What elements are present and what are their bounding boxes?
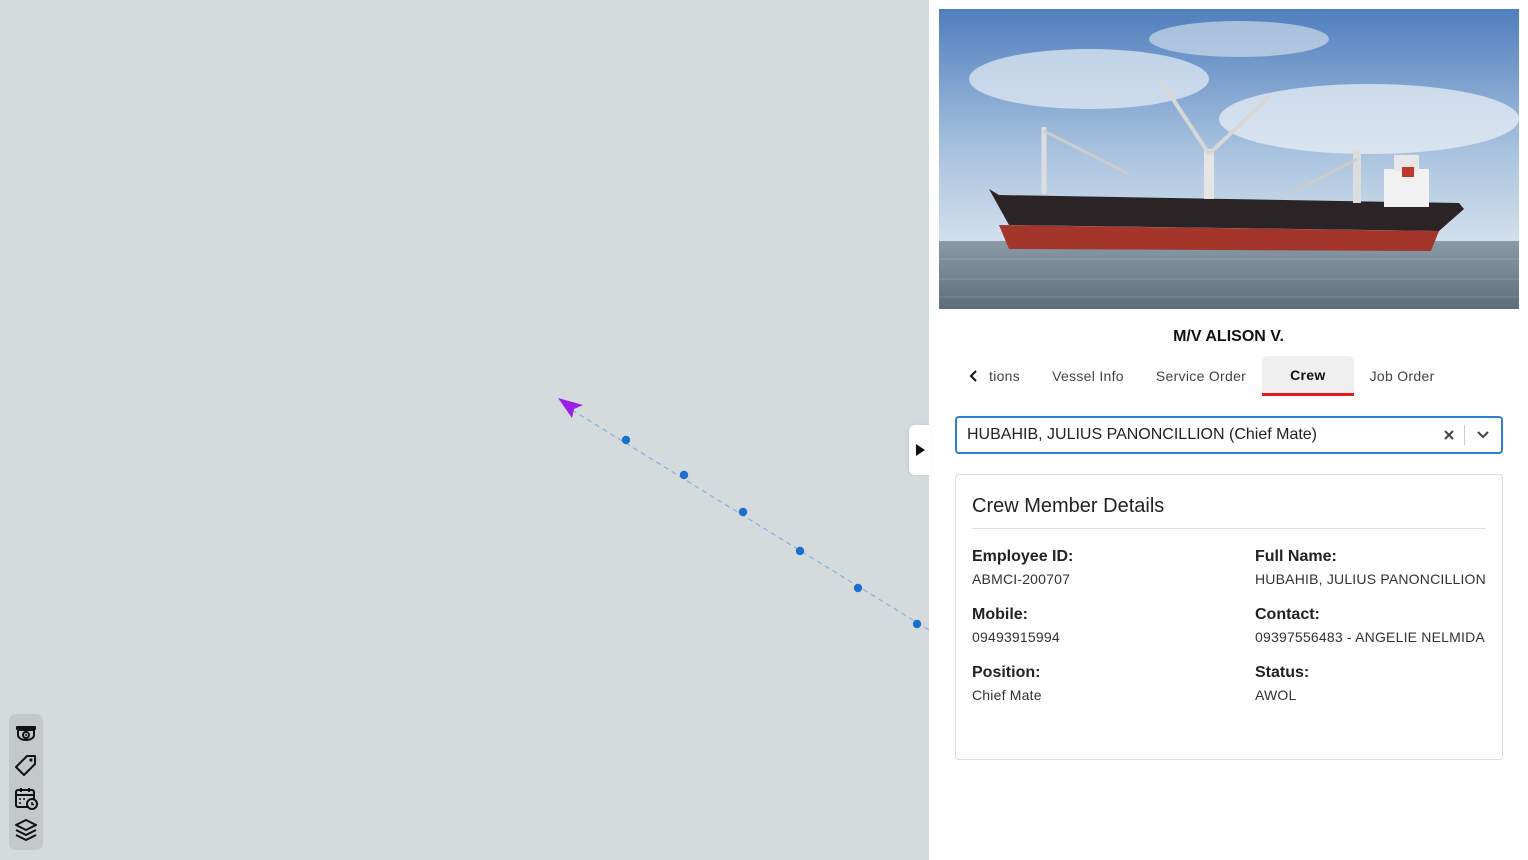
crew-details-grid: Employee ID: ABMCI-200707 Full Name: HUB… <box>972 548 1486 703</box>
status-field: Status: AWOL <box>1255 664 1505 703</box>
vessel-marker-icon[interactable] <box>558 398 583 418</box>
detail-tabs: tions Vessel Info Service Order Crew Job… <box>959 356 1451 396</box>
full-name-field: Full Name: HUBAHIB, JULIUS PANONCILLION <box>1255 548 1505 587</box>
caret-right-icon <box>916 444 925 456</box>
cctv-icon[interactable] <box>12 720 40 748</box>
crew-select[interactable]: HUBAHIB, JULIUS PANONCILLION (Chief Mate… <box>955 416 1503 454</box>
contact-value: 09397556483 - ANGELIE NELMIDA <box>1255 629 1485 645</box>
layers-icon[interactable] <box>12 816 40 844</box>
field-label: Contact: <box>1255 606 1320 623</box>
mobile-value: 09493915994 <box>972 629 1060 645</box>
vessel-track <box>558 398 929 631</box>
tab-vessel-info[interactable]: Vessel Info <box>1036 356 1140 396</box>
position-field: Position: Chief Mate <box>972 664 1255 703</box>
chevron-left-icon <box>969 370 977 382</box>
collapse-panel-button[interactable] <box>909 425 931 475</box>
contact-field: Contact: 09397556483 - ANGELIE NELMIDA <box>1255 606 1505 645</box>
track-point <box>621 435 631 445</box>
clear-selection-button[interactable] <box>1434 429 1464 441</box>
close-icon <box>1444 430 1454 440</box>
calendar-clock-icon[interactable] <box>12 784 40 812</box>
dropdown-toggle-button[interactable] <box>1465 430 1501 440</box>
field-label: Employee ID: <box>972 548 1074 565</box>
vessel-detail-panel: M/V ALISON V. tions Vessel Info Service … <box>929 0 1528 860</box>
full-name-value: HUBAHIB, JULIUS PANONCILLION <box>1255 571 1486 587</box>
field-label: Position: <box>972 664 1041 681</box>
field-label: Mobile: <box>972 606 1028 623</box>
crew-details-card: Crew Member Details Employee ID: ABMCI-2… <box>955 474 1503 760</box>
track-point <box>795 546 805 556</box>
tab-crew[interactable]: Crew <box>1262 356 1354 396</box>
track-point <box>679 470 689 480</box>
position-value: Chief Mate <box>972 687 1042 703</box>
status-value: AWOL <box>1255 687 1297 703</box>
chevron-down-icon <box>1477 431 1489 439</box>
field-label: Full Name: <box>1255 548 1337 565</box>
tag-icon[interactable] <box>12 752 40 780</box>
employee-id-value: ABMCI-200707 <box>972 571 1071 587</box>
card-title: Crew Member Details <box>972 495 1486 529</box>
vessel-name: M/V ALISON V. <box>1173 328 1284 345</box>
tab-service-order[interactable]: Service Order <box>1140 356 1262 396</box>
field-label: Status: <box>1255 664 1310 681</box>
map-canvas[interactable] <box>0 0 929 860</box>
map-toolbar <box>9 714 43 850</box>
employee-id-field: Employee ID: ABMCI-200707 <box>972 548 1255 587</box>
track-point <box>853 583 863 593</box>
tab-scroll-left-button[interactable] <box>959 356 989 396</box>
tab-job-order[interactable]: Job Order <box>1354 356 1451 396</box>
track-point <box>738 507 748 517</box>
tab-locations[interactable]: tions <box>989 356 1036 396</box>
vessel-photo <box>939 9 1519 309</box>
mobile-field: Mobile: 09493915994 <box>972 606 1255 645</box>
crew-select-value: HUBAHIB, JULIUS PANONCILLION (Chief Mate… <box>967 426 1318 443</box>
track-point <box>912 619 922 629</box>
